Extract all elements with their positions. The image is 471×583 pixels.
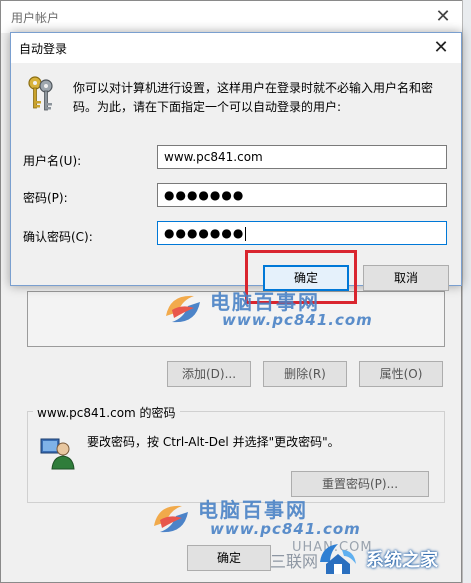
auto-logon-dialog: 自动登录 ✕ 你可以对计算机进行设置，这样用户在登录时就不必输入用户名和密码。为… [10, 32, 462, 304]
confirm-password-value: ●●●●●●● [164, 226, 245, 240]
brand-name: 系统之家 [366, 550, 438, 571]
username-label: 用户名(U): [23, 154, 82, 168]
watermark-site-url: www.pc841.com [222, 311, 373, 329]
watermark-site-url: www.pc841.com [210, 520, 361, 538]
keys-icon [28, 76, 53, 111]
properties-button[interactable]: 属性(O) [359, 361, 443, 387]
text-caret [245, 226, 247, 241]
watermark-site-name: 电脑百事网 [198, 498, 308, 522]
password-input[interactable]: ●●●●●●● [157, 183, 447, 207]
user-accounts-ok-button[interactable]: 确定 [187, 545, 271, 571]
confirm-password-label: 确认密码(C): [23, 230, 93, 244]
reset-password-button[interactable]: 重置密码(P)... [291, 471, 429, 497]
desktop-strip [462, 0, 471, 583]
swirl-logo-icon [154, 505, 188, 533]
password-group-title: www.pc841.com 的密码 [33, 404, 180, 421]
username-input[interactable]: www.pc841.com [157, 145, 447, 169]
password-label: 密码(P): [23, 191, 68, 205]
swirl-logo-icon [166, 295, 200, 323]
close-icon[interactable]: ✕ [431, 5, 455, 29]
delete-button[interactable]: 删除(R) [263, 361, 347, 387]
close-icon[interactable]: ✕ [427, 35, 455, 61]
user-icon [40, 438, 75, 470]
user-accounts-titlebar: 用户帐户 ✕ [1, 1, 463, 33]
auto-logon-description: 你可以对计算机进行设置，这样用户在登录时就不必输入用户名和密码。为此，请在下面指… [73, 81, 434, 114]
house-logo-icon [320, 544, 356, 574]
add-button[interactable]: 添加(D)... [167, 361, 251, 387]
watermark-overlay-text: 三联网 [270, 552, 319, 571]
password-instruction: 要改密码，按 Ctrl-Alt-Del 并选择"更改密码"。 [87, 435, 340, 449]
user-accounts-title: 用户帐户 [11, 11, 60, 25]
auto-logon-titlebar: 自动登录 ✕ [11, 33, 461, 63]
auto-logon-title: 自动登录 [19, 42, 68, 56]
confirm-password-input[interactable]: ●●●●●●● [157, 221, 447, 245]
cancel-button[interactable]: 取消 [363, 265, 449, 291]
